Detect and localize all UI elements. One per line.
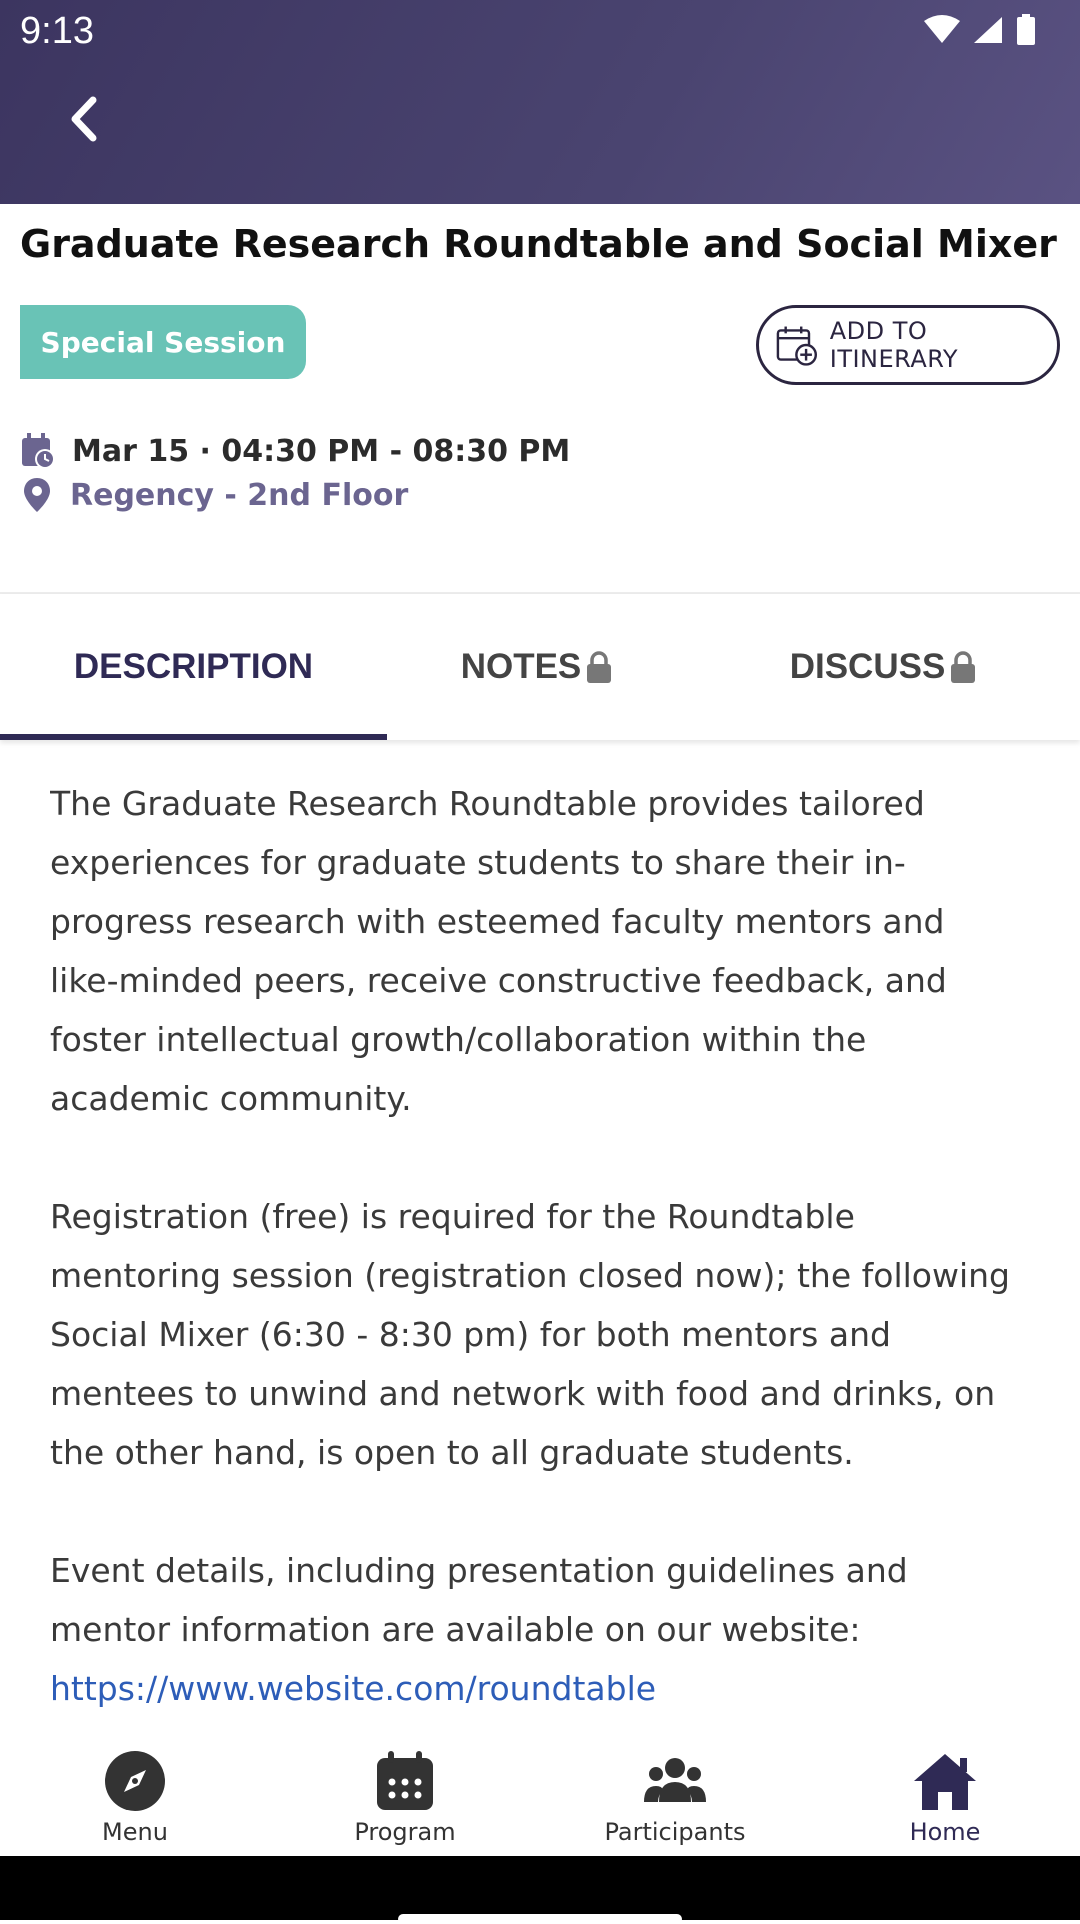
home-gesture-handle[interactable] <box>398 1914 682 1924</box>
tab-discuss-label: DISCUSS <box>789 647 946 686</box>
description-content: The Graduate Research Roundtable provide… <box>50 774 1010 1740</box>
tab-description-label: DESCRIPTION <box>73 647 314 686</box>
status-time: 9:13 <box>20 10 94 52</box>
nav-participants[interactable]: Participants <box>540 1738 810 1856</box>
tab-description[interactable]: DESCRIPTION <box>0 594 387 740</box>
bottom-navigation: Menu Program Participants Home <box>0 1738 1080 1856</box>
chevron-left-icon <box>71 96 97 142</box>
description-paragraph-2: Registration (free) is required for the … <box>50 1197 1010 1472</box>
event-datetime-row: Mar 15 · 04:30 PM - 08:30 PM <box>20 432 570 470</box>
header-bar: 9:13 <box>0 0 1080 204</box>
lock-icon <box>951 651 976 683</box>
nav-home[interactable]: Home <box>810 1738 1080 1856</box>
calendar-clock-icon <box>22 433 55 469</box>
nav-home-label: Home <box>909 1818 981 1846</box>
tab-discuss[interactable]: DISCUSS <box>687 594 1080 740</box>
website-link[interactable]: https://www.website.com/roundtable <box>50 1659 1010 1718</box>
home-icon <box>914 1754 976 1810</box>
session-type-badge: Special Session <box>20 305 306 379</box>
back-button[interactable] <box>50 84 120 154</box>
event-location-row[interactable]: Regency - 2nd Floor <box>20 476 408 514</box>
lock-icon <box>587 651 612 683</box>
system-navigation-bar <box>0 1856 1080 1920</box>
tab-notes-label: NOTES <box>460 647 582 686</box>
tab-notes[interactable]: NOTES <box>387 594 687 740</box>
nav-program[interactable]: Program <box>270 1738 540 1856</box>
status-icons <box>924 14 1036 46</box>
people-icon <box>644 1758 706 1802</box>
event-datetime: Mar 15 · 04:30 PM - 08:30 PM <box>72 433 571 469</box>
nav-program-label: Program <box>354 1818 456 1846</box>
description-paragraph-3: Event details, including presentation gu… <box>50 1551 908 1649</box>
nav-participants-label: Participants <box>604 1818 746 1846</box>
signal-icon <box>974 17 1002 43</box>
map-pin-icon <box>24 478 50 512</box>
event-title: Graduate Research Roundtable and Social … <box>20 222 1057 266</box>
description-paragraph-1: The Graduate Research Roundtable provide… <box>50 784 947 1118</box>
tab-bar: DESCRIPTION NOTES DISCUSS <box>0 594 1080 740</box>
battery-icon <box>1017 14 1035 45</box>
calendar-add-icon <box>776 326 818 366</box>
add-to-itinerary-label: ADD TO ITINERARY <box>829 317 959 373</box>
wifi-icon <box>924 15 960 43</box>
nav-menu[interactable]: Menu <box>0 1738 270 1856</box>
calendar-icon <box>377 1751 433 1810</box>
nav-menu-label: Menu <box>102 1818 168 1846</box>
event-location: Regency - 2nd Floor <box>70 477 409 513</box>
compass-icon <box>105 1751 165 1811</box>
add-to-itinerary-button[interactable]: ADD TO ITINERARY <box>756 305 1060 385</box>
